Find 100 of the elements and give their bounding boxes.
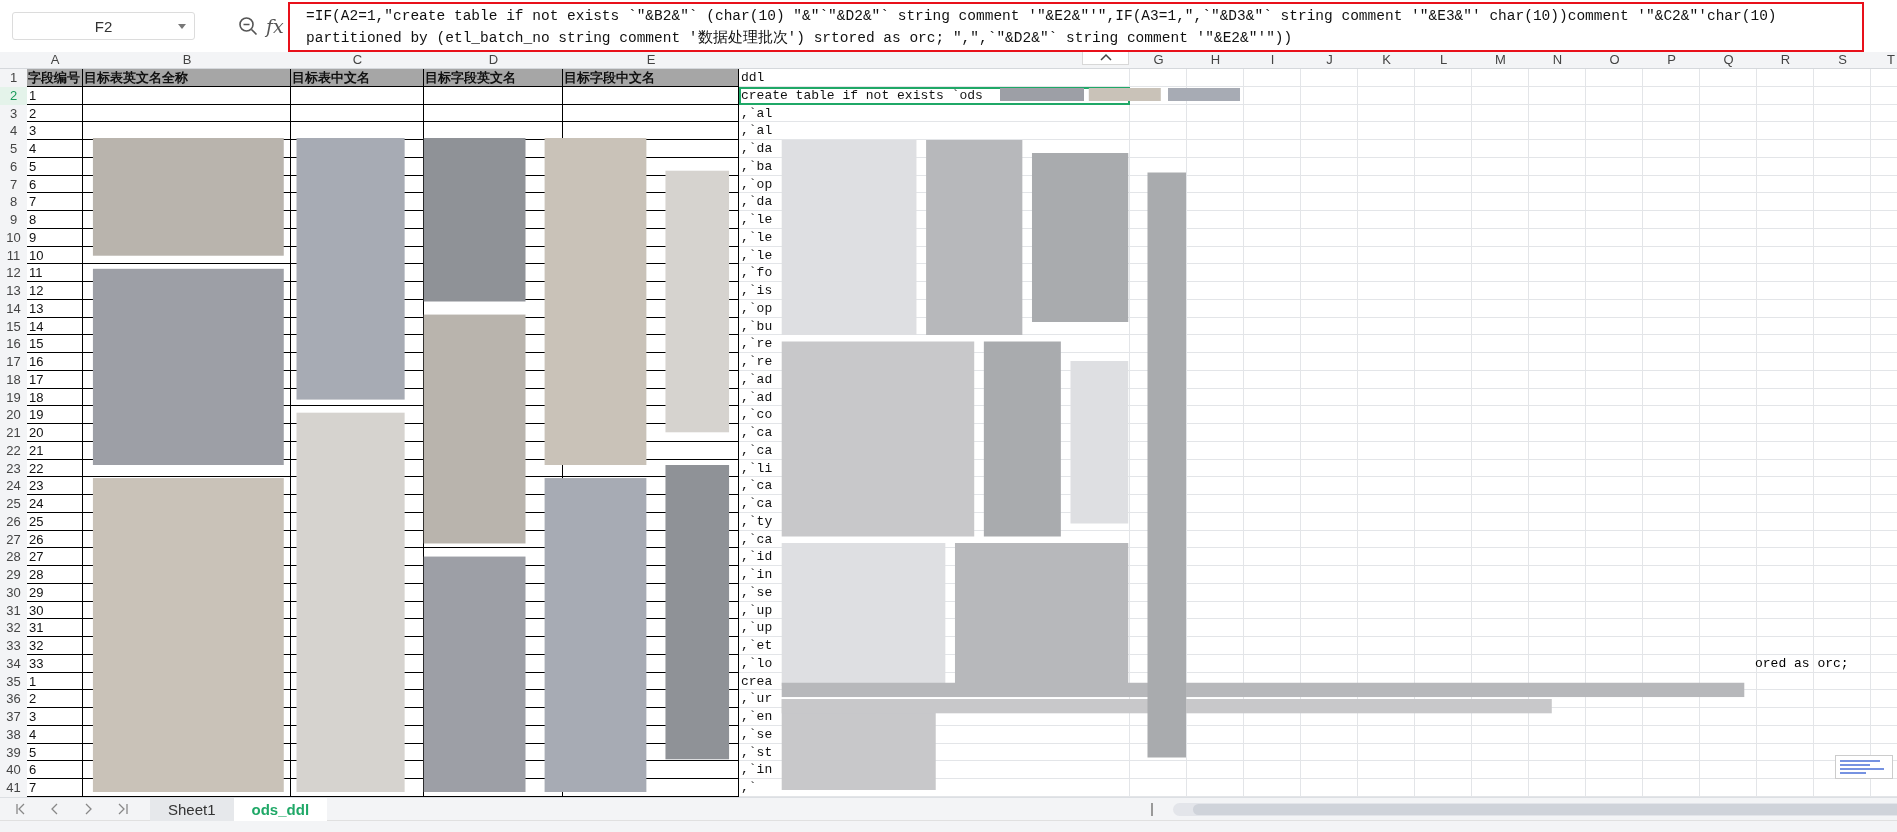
table-cell: 21 [29,442,44,458]
table-cell: 14 [29,318,44,334]
table-cell: ,`is [741,283,773,298]
row-number[interactable]: 28 [0,548,27,566]
table-cell: ,`li [741,460,773,476]
table-cell: ,`al [741,105,773,121]
column-header[interactable]: M [1495,52,1506,67]
table-cell: ,`da [741,194,773,210]
column-header[interactable]: H [1210,52,1221,67]
sheet-tab[interactable]: Sheet1 [150,797,234,821]
column-header[interactable]: O [1609,52,1620,67]
row-number[interactable]: 5 [0,140,27,158]
table-cell: ,`ca [741,478,773,494]
column-header[interactable]: J [1326,52,1333,67]
row-number[interactable]: 17 [0,353,27,371]
table-cell: ,`ca [741,531,773,547]
row-number[interactable]: 29 [0,566,27,584]
table-cell: 30 [29,602,44,618]
row-number[interactable]: 8 [0,193,27,211]
table-cell: ,`ca [741,496,773,511]
column-header[interactable]: C [352,52,363,67]
table-cell: ,`op [741,176,773,192]
formula-field[interactable]: =IF(A2=1,"create table if not exists `"&B2&"` (char(10) "&"`"&D2&"` string comment '"&E2&"'",IF(A3=1,",`"&D3&"` string comment '"&E3&"' char(10))comment '"&C2&"'char(10) partitioned by (etl_batch_no string comment '数据处理批次') srtored as orc; ",",`"&D2&"` string comment '"&E2&"'")) [288,2,1864,52]
table-cell: 11 [29,265,43,281]
table-cell: ,`re [741,354,773,369]
column-header[interactable]: L [1439,52,1448,67]
table-cell: 9 [29,229,37,245]
table-cell: ,`op [741,300,773,316]
table-cell: 31 [29,620,44,636]
table-cell: ,`bu [741,318,773,334]
table-cell: ,`up [741,602,773,618]
table-cell: 4 [29,726,37,742]
table-cell: 29 [29,584,44,600]
header-cell: 字段编号 [27,69,83,87]
table-cell: ,`ca [741,425,773,440]
function-label[interactable]: fx [266,15,284,37]
row-number[interactable]: 41 [0,779,27,797]
column-header[interactable]: S [1838,52,1847,67]
table-cell: 27 [29,549,44,565]
header-cell: 目标字段英文名 [424,69,563,87]
name-box[interactable]: F2 [12,12,195,40]
column-header[interactable]: Q [1723,52,1734,67]
table-cell: ,`fo [741,265,773,281]
column-header[interactable]: T [1887,52,1895,67]
table-cell: 10 [29,247,44,263]
row-number[interactable]: 32 [0,619,27,637]
table-cell: 8 [29,212,37,227]
row-number[interactable]: 9 [0,211,27,229]
row-number[interactable]: 24 [0,477,27,495]
table-cell: ,`en [741,709,773,724]
row-number[interactable]: 12 [0,264,27,282]
column-header[interactable]: A [50,52,60,67]
row-number[interactable]: 4 [0,122,27,140]
table-cell: 4 [29,141,37,156]
column-header[interactable]: N [1552,52,1563,67]
table-cell: 2 [29,691,37,707]
table-cell: 23 [29,478,44,494]
row-number[interactable]: 33 [0,637,27,655]
table-cell: 1 [29,673,37,689]
row-number[interactable]: 21 [0,424,27,442]
table-cell: ,`al [741,123,773,139]
table-cell: 26 [29,531,44,547]
table-cell: 6 [29,176,37,192]
row-number[interactable]: 20 [0,406,27,424]
row-number[interactable]: 40 [0,761,27,779]
column-header[interactable]: K [1382,52,1391,67]
row-number[interactable]: 1 [0,69,27,87]
row-number[interactable]: 36 [0,690,27,708]
row-number[interactable]: 25 [0,495,27,513]
row-number[interactable]: 37 [0,708,27,726]
row-number[interactable]: 13 [0,282,27,300]
column-header[interactable]: I [1270,52,1275,67]
header-cell: 目标字段中文名 [563,69,739,87]
table-cell: ,`se [741,726,773,742]
table-cell: ,`le [741,229,773,245]
table-cell: ,` [741,780,757,795]
table-cell: ,`se [741,584,773,600]
table-cell: ,`et [741,638,773,653]
table-cell: ,`in [741,567,773,582]
table-cell: 1 [29,87,37,103]
column-header[interactable]: E [646,52,656,67]
table-cell: ,`ad [741,371,773,387]
column-header[interactable]: R [1780,52,1791,67]
table-cell: 25 [29,513,44,529]
column-header[interactable]: D [488,52,499,67]
table-cell: 12 [29,283,44,298]
table-cell: 17 [29,371,44,387]
header-cell: ddl [741,70,765,85]
table-cell: ,`id [741,549,773,565]
column-header[interactable]: P [1667,52,1676,67]
table-cell: ,`up [741,620,773,636]
column-header[interactable]: B [182,52,192,67]
table-cell: ,`ca [741,442,773,458]
table-cell: 3 [29,123,37,139]
table-cell: ,`st [741,744,773,760]
column-header[interactable]: G [1153,52,1164,67]
row-number[interactable]: 16 [0,335,27,353]
table-cell: 2 [29,105,37,121]
table-cell: ,`re [741,336,773,352]
table-cell: 5 [29,744,37,760]
